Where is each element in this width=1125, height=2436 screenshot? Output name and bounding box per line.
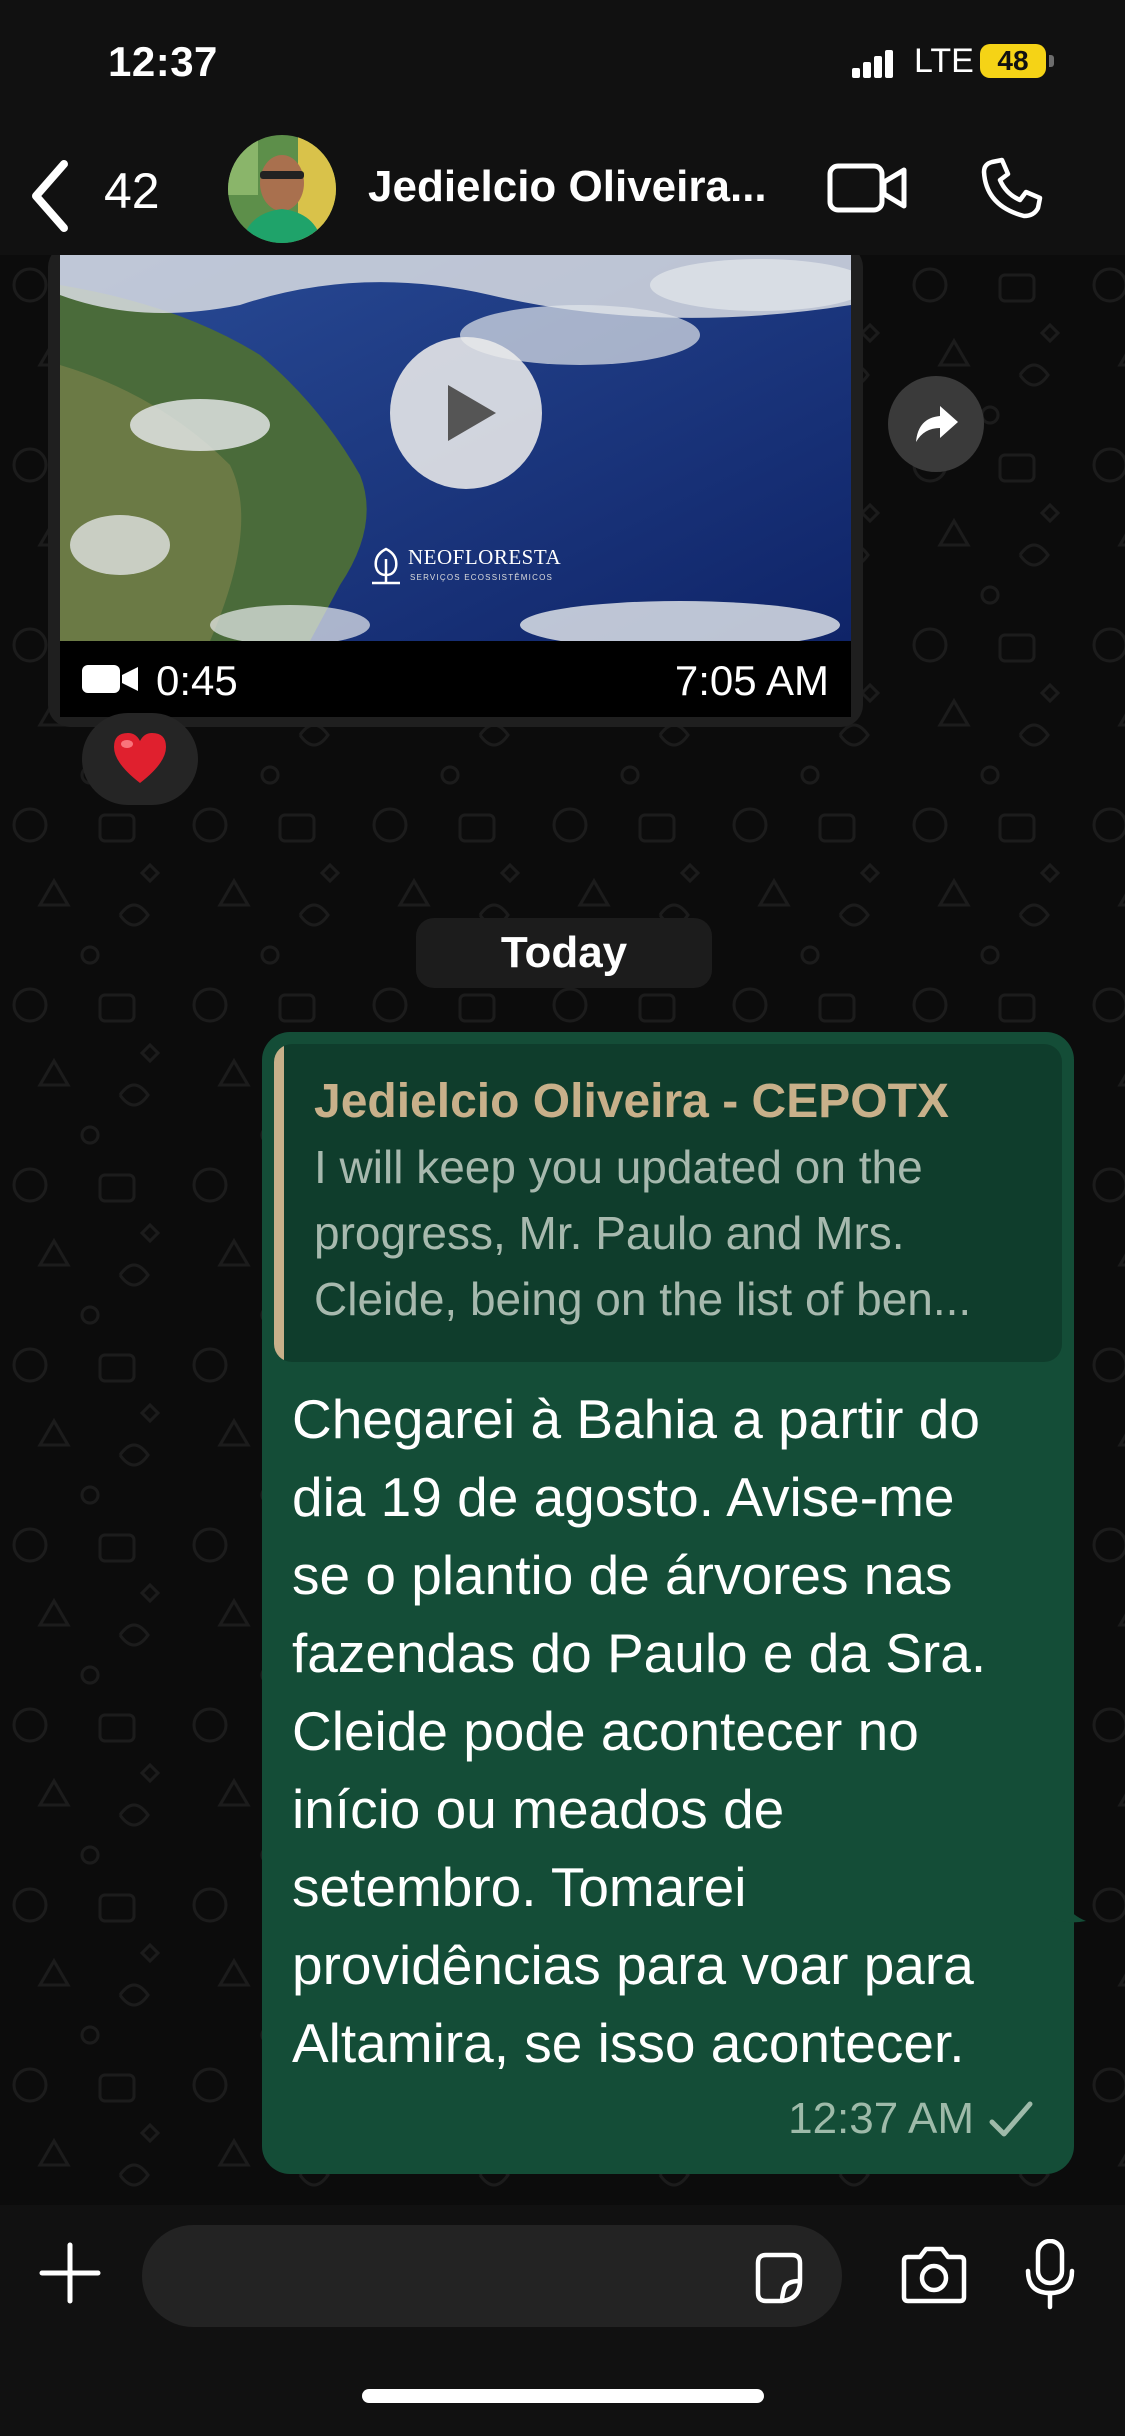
microphone-icon[interactable]	[1024, 2239, 1076, 2311]
play-button[interactable]	[390, 337, 542, 489]
plus-icon[interactable]	[38, 2241, 102, 2305]
message-text: Chegarei à Bahia a partir do dia 19 de a…	[292, 1380, 1072, 2082]
status-bar: 12:37 LTE 48	[0, 0, 1125, 130]
status-time: 12:37	[108, 38, 218, 85]
back-button[interactable]: 42	[20, 150, 190, 232]
message-line: fazendas do Paulo e da Sra.	[292, 1622, 987, 1684]
video-message-bubble[interactable]: NEOFLORESTA SERVIÇOS ECOSSISTÊMICOS 0:45…	[48, 255, 863, 727]
signal-strength-icon	[852, 48, 894, 78]
brand-name: NEOFLORESTA	[408, 545, 562, 569]
phone-icon[interactable]	[978, 156, 1044, 222]
brand-subtitle: SERVIÇOS ECOSSISTÊMICOS	[410, 573, 554, 582]
quoted-line: progress, Mr. Paulo and Mrs.	[314, 1207, 905, 1259]
video-camera-icon	[82, 665, 138, 693]
network-type: LTE	[914, 42, 974, 80]
sent-message-bubble[interactable]: Jedielcio Oliveira - CEPOTX I will keep …	[262, 1032, 1074, 2174]
chevron-left-icon	[32, 160, 68, 232]
reaction-badge[interactable]	[82, 713, 198, 805]
forward-button[interactable]	[888, 376, 984, 472]
heart-icon	[114, 733, 166, 783]
message-meta: 12:37 AM	[714, 2090, 1034, 2150]
video-camera-icon[interactable]	[826, 158, 910, 218]
quoted-message[interactable]: Jedielcio Oliveira - CEPOTX I will keep …	[274, 1044, 1062, 1362]
camera-icon[interactable]	[898, 2245, 970, 2305]
play-icon	[448, 385, 496, 441]
quoted-author: Jedielcio Oliveira - CEPOTX	[314, 1075, 949, 1128]
forward-arrow-icon	[916, 406, 958, 442]
bubble-tail	[1052, 1895, 1086, 1923]
input-bar	[0, 2205, 1125, 2436]
check-icon	[989, 2101, 1033, 2137]
quoted-text: I will keep you updated on the progress,…	[314, 1134, 1044, 1332]
unread-count: 42	[104, 163, 160, 219]
home-indicator[interactable]	[362, 2389, 764, 2403]
brand-logo: NEOFLORESTA SERVIÇOS ECOSSISTÊMICOS	[368, 541, 568, 591]
video-info-bar: 0:45 7:05 AM	[60, 641, 851, 717]
video-duration: 0:45	[156, 657, 238, 704]
message-input[interactable]	[142, 2225, 842, 2327]
date-divider: Today	[416, 918, 712, 988]
quoted-line: Cleide, being on the list of ben...	[314, 1273, 972, 1325]
tree-logo-icon	[372, 547, 400, 585]
message-line: início ou meados de	[292, 1778, 785, 1840]
message-line: providências para voar para	[292, 1934, 974, 1996]
chat-area[interactable]: NEOFLORESTA SERVIÇOS ECOSSISTÊMICOS 0:45…	[0, 255, 1125, 2205]
video-thumbnail[interactable]: NEOFLORESTA SERVIÇOS ECOSSISTÊMICOS	[60, 255, 851, 641]
battery-tip	[1049, 55, 1054, 67]
sticker-icon[interactable]	[750, 2249, 808, 2307]
message-line: dia 19 de agosto. Avise-me	[292, 1466, 955, 1528]
message-line: Altamira, se isso acontecer.	[292, 2012, 965, 2074]
battery-icon: 48	[980, 44, 1046, 78]
message-line: Chegarei à Bahia a partir do	[292, 1388, 980, 1450]
chat-header: 42 Jedielcio Oliveira...	[0, 130, 1125, 255]
quote-accent-bar	[274, 1044, 284, 1362]
avatar[interactable]	[228, 135, 336, 243]
message-time: 12:37 AM	[788, 2094, 974, 2143]
contact-name[interactable]: Jedielcio Oliveira...	[368, 162, 767, 212]
quoted-line: I will keep you updated on the	[314, 1141, 923, 1193]
message-line: setembro. Tomarei	[292, 1856, 747, 1918]
message-line: Cleide pode acontecer no	[292, 1700, 919, 1762]
message-line: se o plantio de árvores nas	[292, 1544, 953, 1606]
message-time: 7:05 AM	[674, 657, 829, 704]
